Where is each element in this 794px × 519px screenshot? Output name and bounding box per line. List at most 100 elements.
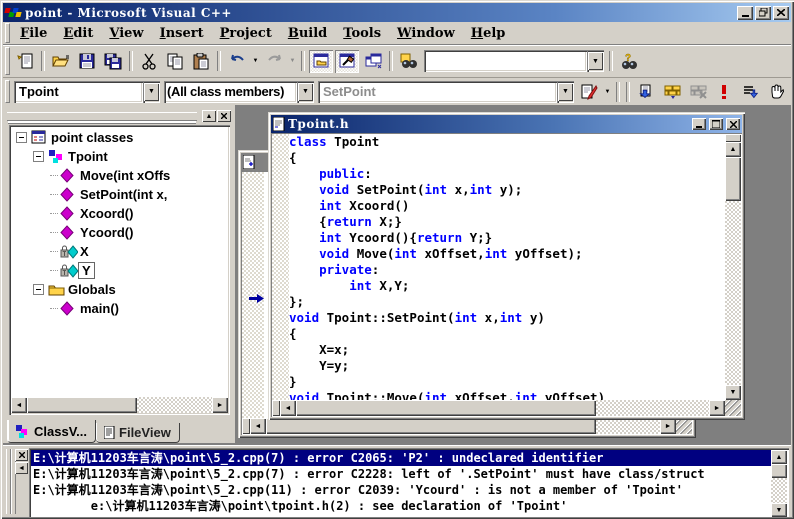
scroll-left-icon[interactable]: ◄: [11, 397, 27, 413]
tree-item-move-int-xoffs[interactable]: Move(int xOffs: [12, 166, 227, 185]
toolbar-gripper[interactable]: [5, 47, 10, 75]
menu-project[interactable]: Project: [212, 24, 280, 43]
selection-margin[interactable]: [272, 134, 289, 400]
class-combobox[interactable]: Tpoint ▼: [14, 80, 160, 103]
scroll-left-icon[interactable]: ◄: [280, 400, 296, 416]
new-file-button[interactable]: [13, 50, 37, 73]
background-horizontal-scrollbar[interactable]: ◄ ►: [242, 418, 676, 434]
editor-titlebar[interactable]: Tpoint.h: [271, 115, 742, 133]
close-button[interactable]: [773, 5, 789, 20]
menu-view[interactable]: View: [101, 24, 151, 43]
save-all-button[interactable]: [101, 50, 125, 73]
tab-fileview[interactable]: FileView: [96, 423, 180, 443]
breakpoint-button[interactable]: [764, 80, 788, 103]
title-bar[interactable]: point - Microsoft Visual C++: [3, 3, 791, 22]
find-combobox-value[interactable]: [424, 50, 587, 72]
scroll-up-icon[interactable]: ▲: [771, 450, 787, 464]
tree-item-y[interactable]: TY: [12, 261, 227, 280]
function-combobox[interactable]: SetPoint ▼: [318, 80, 574, 103]
scroll-thumb[interactable]: [771, 464, 787, 478]
scroll-left-icon[interactable]: ◄: [250, 418, 266, 434]
tab-classview[interactable]: ClassV...: [7, 420, 97, 443]
editor-maximize-button[interactable]: [709, 118, 723, 130]
find-combobox-dropdown[interactable]: ▼: [587, 50, 604, 72]
scroll-right-icon[interactable]: ►: [660, 418, 676, 434]
editor-minimize-button[interactable]: [692, 118, 706, 130]
members-combobox-dropdown[interactable]: ▼: [297, 80, 314, 103]
tree-item-point-classes[interactable]: point classes: [12, 128, 227, 147]
scroll-right-icon[interactable]: ►: [212, 397, 228, 413]
splitter-box[interactable]: [725, 134, 741, 142]
output-toggle-button[interactable]: [335, 49, 359, 73]
menu-gripper[interactable]: [5, 23, 10, 43]
redo-dropdown-button[interactable]: ▼: [287, 50, 298, 73]
search-button[interactable]: ?: [617, 50, 641, 73]
compile-button[interactable]: [634, 80, 658, 103]
workspace-toggle-button[interactable]: [309, 49, 333, 73]
tree-item-tpoint[interactable]: Tpoint: [12, 147, 227, 166]
scroll-down-icon[interactable]: ▼: [771, 503, 787, 517]
find-in-files-button[interactable]: [397, 50, 421, 73]
menu-insert[interactable]: Insert: [152, 24, 212, 43]
stop-build-button[interactable]: [686, 80, 710, 103]
paste-button[interactable]: [189, 50, 213, 73]
menu-edit[interactable]: Edit: [55, 24, 101, 43]
output-line[interactable]: E:\计算机11203车言涛\point\5_2.cpp(11) : error…: [31, 482, 771, 498]
window-list-button[interactable]: [361, 50, 385, 73]
scroll-thumb[interactable]: [27, 397, 137, 413]
tree-expander-icon[interactable]: [16, 132, 27, 143]
scroll-down-icon[interactable]: ▼: [725, 385, 741, 400]
class-combobox-value[interactable]: Tpoint: [14, 80, 143, 103]
menu-help[interactable]: Help: [463, 24, 514, 43]
tree-item-globals[interactable]: Globals: [12, 280, 227, 299]
tree-horizontal-scrollbar[interactable]: ◄ ►: [11, 397, 228, 413]
go-button[interactable]: [738, 80, 762, 103]
minimize-button[interactable]: [737, 5, 753, 20]
output-line[interactable]: E:\计算机11203车言涛\point\5_2.cpp(7) : error …: [31, 466, 771, 482]
members-combobox-value[interactable]: (All class members): [164, 80, 297, 103]
scroll-thumb[interactable]: [296, 400, 596, 416]
workspace-gripper[interactable]: [7, 111, 197, 121]
redo-button[interactable]: [262, 50, 286, 73]
menu-file[interactable]: File: [12, 24, 55, 43]
toolbar-gripper[interactable]: [5, 79, 10, 104]
copy-button[interactable]: [163, 50, 187, 73]
wizardbar-actions-dropdown[interactable]: ▼: [602, 80, 613, 103]
cut-button[interactable]: [137, 50, 161, 73]
build-button[interactable]: [660, 80, 684, 103]
tree-item-xcoord[interactable]: Xcoord(): [12, 204, 227, 223]
members-combobox[interactable]: (All class members) ▼: [164, 80, 314, 103]
scroll-thumb[interactable]: [266, 418, 596, 434]
workspace-close-button[interactable]: [217, 110, 231, 122]
function-combobox-value[interactable]: SetPoint: [318, 80, 557, 103]
output-line[interactable]: e:\计算机11203车言涛\point\tpoint.h(2) : see d…: [31, 498, 771, 514]
undo-button[interactable]: [225, 50, 249, 73]
restore-button[interactable]: [755, 5, 771, 20]
scroll-right-icon[interactable]: ►: [709, 400, 725, 416]
output-close-button[interactable]: [15, 449, 28, 461]
resize-grip[interactable]: [676, 418, 692, 434]
tree-item-ycoord[interactable]: Ycoord(): [12, 223, 227, 242]
output-collapse-button[interactable]: ◄: [15, 462, 28, 474]
save-button[interactable]: [75, 50, 99, 73]
editor-vertical-scrollbar[interactable]: ▲ ▼: [725, 134, 741, 400]
workspace-expand-button[interactable]: ▲: [202, 110, 216, 122]
class-combobox-dropdown[interactable]: ▼: [143, 80, 160, 103]
code-editor[interactable]: class Tpoint{ public: void SetPoint(int …: [289, 134, 725, 400]
menu-tools[interactable]: Tools: [335, 24, 389, 43]
tree-item-setpoint-int-x[interactable]: SetPoint(int x,: [12, 185, 227, 204]
scroll-thumb[interactable]: [725, 157, 741, 201]
scroll-up-icon[interactable]: ▲: [725, 142, 741, 157]
splitter-box[interactable]: [242, 418, 250, 434]
output-line[interactable]: E:\计算机11203车言涛\point\5_2.cpp(7) : error …: [31, 450, 771, 466]
editor-close-button[interactable]: [726, 118, 740, 130]
menu-window[interactable]: Window: [389, 24, 463, 43]
function-combobox-dropdown[interactable]: ▼: [557, 80, 574, 103]
undo-dropdown-button[interactable]: ▼: [250, 50, 261, 73]
tree-expander-icon[interactable]: [33, 284, 44, 295]
wizardbar-actions-button[interactable]: [577, 80, 601, 103]
menu-build[interactable]: Build: [280, 24, 335, 43]
tree-item-main[interactable]: main(): [12, 299, 227, 318]
open-button[interactable]: [49, 50, 73, 73]
tree-expander-icon[interactable]: [33, 151, 44, 162]
